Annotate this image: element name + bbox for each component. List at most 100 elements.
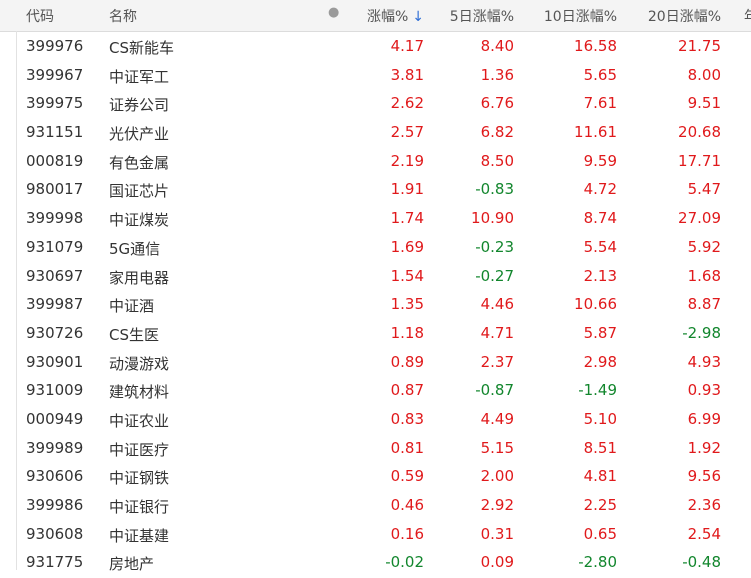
row-change-10d: 5.87	[583, 323, 617, 342]
row-change-10d: 5.65	[583, 65, 617, 84]
table-row[interactable]: 000819 有色金属 2.19 8.50 9.59 17.71	[0, 148, 751, 177]
row-change: 0.59	[390, 467, 424, 486]
row-name: 家用电器	[109, 268, 170, 287]
row-change-10d: 2.13	[583, 266, 617, 285]
row-change-20d: 21.75	[678, 37, 721, 55]
row-change: 1.54	[390, 266, 424, 285]
column-header-change-10d[interactable]: 10日涨幅%	[544, 6, 617, 26]
row-change-5d: 6.82	[480, 123, 514, 142]
row-change-5d: 2.00	[480, 467, 514, 486]
row-change-5d: -0.23	[475, 237, 514, 256]
row-change-5d: 4.49	[480, 409, 514, 428]
row-change-20d: -2.98	[682, 323, 721, 342]
row-code: 399989	[26, 438, 84, 457]
column-header-name[interactable]: 名称	[109, 6, 137, 26]
row-code: 931079	[26, 237, 84, 256]
row-change-20d: 2.36	[687, 496, 721, 514]
row-change: 0.89	[390, 352, 424, 371]
row-code: 399987	[26, 295, 84, 314]
row-change-5d: 0.31	[480, 524, 514, 543]
row-change: 0.46	[390, 496, 424, 514]
row-name: 动漫游戏	[109, 354, 170, 373]
row-change-10d: 2.98	[583, 352, 617, 371]
row-code: 399998	[26, 209, 84, 228]
row-change-20d: 2.54	[687, 524, 721, 543]
row-code: 931775	[26, 553, 84, 572]
column-header-change-label: 涨幅%	[366, 9, 409, 25]
table-row[interactable]: 399987 中证酒 1.35 4.46 10.66 8.87	[0, 291, 751, 320]
row-change-20d: 1.92	[687, 438, 721, 457]
table-row[interactable]: 930726 CS生医 1.18 4.71 5.87 -2.98	[0, 320, 751, 349]
table-row[interactable]: 930608 中证基建 0.16 0.31 0.65 2.54	[0, 521, 751, 550]
row-change-5d: 8.50	[480, 151, 514, 170]
table-row[interactable]: 930606 中证钢铁 0.59 2.00 4.81 9.56	[0, 463, 751, 492]
row-change-20d: 1.68	[687, 266, 721, 285]
row-change-20d: 8.00	[687, 65, 721, 84]
table-row[interactable]: 930697 家用电器 1.54 -0.27 2.13 1.68	[0, 263, 751, 292]
row-code: 930608	[26, 524, 84, 543]
table-row[interactable]: 399975 证券公司 2.62 6.76 7.61 9.51	[0, 90, 751, 119]
row-code: 930606	[26, 467, 84, 486]
column-header-change-20d[interactable]: 20日涨幅%	[648, 6, 721, 26]
row-change-5d: 8.40	[480, 37, 514, 55]
row-change-5d: -0.83	[475, 180, 514, 199]
row-code: 930726	[26, 323, 84, 342]
column-header-code[interactable]: 代码	[26, 6, 54, 26]
row-change-20d: 27.09	[678, 209, 721, 228]
table-row[interactable]: 931009 建筑材料 0.87 -0.87 -1.49 0.93	[0, 377, 751, 406]
table-row[interactable]: 931151 光伏产业 2.57 6.82 11.61 20.68	[0, 119, 751, 148]
column-header-change[interactable]: 涨幅% ↓	[367, 6, 424, 26]
row-code: 931151	[26, 123, 84, 142]
table-row[interactable]: 930901 动漫游戏 0.89 2.37 2.98 4.93	[0, 349, 751, 378]
row-code: 930901	[26, 352, 84, 371]
row-name: CS生医	[109, 325, 159, 344]
table-row[interactable]: 980017 国证芯片 1.91 -0.83 4.72 5.47	[0, 176, 751, 205]
row-name: 建筑材料	[109, 383, 170, 402]
row-change-10d: 4.72	[583, 180, 617, 199]
row-name: 5G通信	[109, 239, 161, 258]
row-change-20d: 17.71	[678, 151, 721, 170]
column-header-change-5d[interactable]: 5日涨幅%	[450, 6, 514, 26]
column-settings-dot-icon[interactable]: ●	[328, 5, 339, 20]
row-change-10d: 4.81	[583, 467, 617, 486]
table-row[interactable]: 399986 中证银行 0.46 2.92 2.25 2.36	[0, 492, 751, 521]
table-row[interactable]: 399967 中证军工 3.81 1.36 5.65 8.00	[0, 62, 751, 91]
row-name: 中证农业	[109, 411, 170, 430]
row-code: 980017	[26, 180, 84, 199]
row-change-10d: 11.61	[574, 123, 617, 142]
table-row[interactable]: 931079 5G通信 1.69 -0.23 5.54 5.92	[0, 234, 751, 263]
row-change-10d: -2.80	[578, 553, 617, 572]
table-row[interactable]: 931775 房地产 -0.02 0.09 -2.80 -0.48	[0, 549, 751, 578]
row-change: 1.69	[390, 237, 424, 256]
row-name: 国证芯片	[109, 182, 170, 201]
row-name: 光伏产业	[109, 125, 170, 144]
row-name: 中证军工	[109, 67, 170, 86]
table-row[interactable]: 399998 中证煤炭 1.74 10.90 8.74 27.09	[0, 205, 751, 234]
row-change-5d: 10.90	[471, 209, 514, 228]
row-code: 000819	[26, 151, 84, 170]
row-change-10d: 8.51	[583, 438, 617, 457]
column-header-year-truncated[interactable]: 年	[744, 6, 751, 26]
row-change-10d: 8.74	[583, 209, 617, 228]
table-row[interactable]: 000949 中证农业 0.83 4.49 5.10 6.99	[0, 406, 751, 435]
row-name: 中证钢铁	[109, 469, 170, 488]
row-change: 2.19	[390, 151, 424, 170]
row-change-5d: 0.09	[480, 553, 514, 572]
row-change: 1.35	[390, 295, 424, 314]
row-change: 2.57	[390, 123, 424, 142]
row-change-10d: 0.65	[583, 524, 617, 543]
row-change-10d: 9.59	[583, 151, 617, 170]
row-change-20d: 6.99	[687, 409, 721, 428]
row-code: 399975	[26, 94, 84, 113]
row-change: 1.18	[390, 323, 424, 342]
row-change-10d: 5.10	[583, 409, 617, 428]
row-name: 房地产	[109, 555, 155, 574]
row-change: -0.02	[385, 553, 424, 572]
table-row[interactable]: 399976 CS新能车 4.17 8.40 16.58 21.75	[0, 33, 751, 62]
row-change-10d: 7.61	[583, 94, 617, 113]
table-body: 399976 CS新能车 4.17 8.40 16.58 21.75 399967 中证军工 3…	[0, 33, 751, 578]
row-change: 4.17	[390, 37, 424, 55]
table-row[interactable]: 399989 中证医疗 0.81 5.15 8.51 1.92	[0, 435, 751, 464]
row-change-20d: 8.87	[687, 295, 721, 314]
row-code: 930697	[26, 266, 84, 285]
